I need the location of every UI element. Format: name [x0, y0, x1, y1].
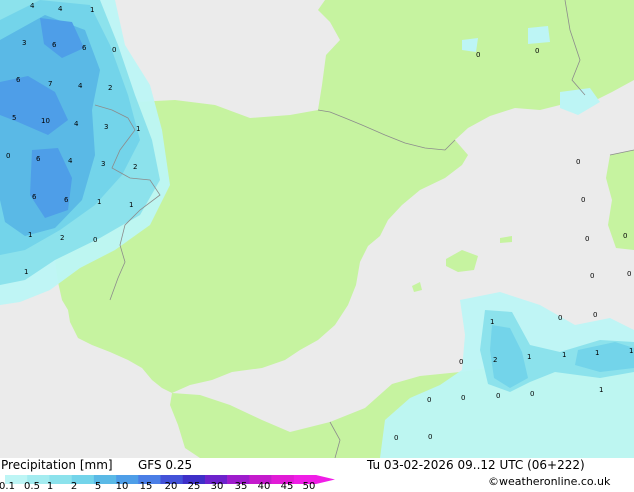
legend-tick: 30 — [210, 481, 224, 492]
precip-zone-france-a — [462, 38, 478, 52]
map-label: 3 — [104, 123, 108, 131]
map-label: 2 — [133, 163, 137, 171]
map-label: 6 — [32, 193, 37, 201]
credit-label: ©weatheronline.co.uk — [488, 475, 611, 488]
legend-tick: 50 — [302, 481, 316, 492]
legend-tick: 15 — [139, 481, 153, 492]
legend-tick: 35 — [234, 481, 248, 492]
map-label: 2 — [493, 356, 497, 364]
map-label: 0 — [576, 158, 580, 166]
legend-tick: 10 — [115, 481, 129, 492]
map-label: 0 — [535, 47, 539, 55]
map-label: 1 — [24, 268, 28, 276]
map-label: 1 — [136, 125, 140, 133]
map-label: 0 — [558, 314, 562, 322]
map-label: 0 — [428, 433, 432, 441]
map-label: 3 — [101, 160, 105, 168]
map-label: 4 — [58, 5, 63, 13]
map-label: 0 — [530, 390, 534, 398]
map-label: 0 — [461, 394, 465, 402]
map-label: 1 — [90, 6, 94, 14]
legend-tick: 1 — [46, 481, 54, 492]
map-label: 2 — [60, 234, 64, 242]
model-label: GFS 0.25 — [138, 458, 193, 472]
legend-tick: 40 — [257, 481, 271, 492]
map-label: 0 — [93, 236, 97, 244]
map-label: 6 — [82, 44, 87, 52]
legend-tick: 5 — [94, 481, 102, 492]
map-label: 1 — [527, 353, 531, 361]
map-label: 7 — [48, 80, 52, 88]
legend-tick: 0.1 — [0, 481, 15, 492]
footer: 0.1 0.5 1 2 5 10 15 20 25 30 35 40 45 50 Precipitatio… — [0, 458, 634, 492]
map-label: 0 — [112, 46, 116, 54]
map-label: 6 — [52, 41, 57, 49]
map-label: 1 — [629, 347, 633, 355]
valid-time: Tu 03-02-2026 09..12 UTC (06+222) — [367, 458, 585, 472]
precipitation-map: 4 4 1 3 6 6 0 6 7 4 2 5 10 4 3 1 0 6 4 3… — [0, 0, 634, 458]
map-label: 1 — [595, 349, 599, 357]
map-label: 6 — [16, 76, 21, 84]
legend-tick: 45 — [280, 481, 294, 492]
map-label: 1 — [97, 198, 101, 206]
map-label: 0 — [459, 358, 463, 366]
map-label: 0 — [6, 152, 10, 160]
legend-tick: 0.5 — [24, 481, 40, 492]
map-label: 4 — [68, 157, 73, 165]
map-label: 6 — [64, 196, 69, 204]
legend-arrow — [316, 475, 335, 484]
map-label: 0 — [585, 235, 589, 243]
legend-tick: 20 — [164, 481, 178, 492]
map-label: 0 — [627, 270, 631, 278]
map-label: 1 — [129, 201, 133, 209]
map-label: 4 — [74, 120, 79, 128]
map-label: 0 — [394, 434, 398, 442]
product-label: Precipitation [mm] — [1, 458, 113, 472]
legend-tick: 25 — [187, 481, 201, 492]
legend-tick: 2 — [70, 481, 78, 492]
map-label: 0 — [427, 396, 431, 404]
map-label: 4 — [78, 82, 83, 90]
map-label: 2 — [108, 84, 112, 92]
map-label: 5 — [12, 114, 16, 122]
map-label: 1 — [490, 318, 494, 326]
map-label: 0 — [476, 51, 480, 59]
map-label: 0 — [581, 196, 585, 204]
map-label: 0 — [590, 272, 594, 280]
map-label: 1 — [28, 231, 32, 239]
map-label: 0 — [623, 232, 627, 240]
map-label: 3 — [22, 39, 26, 47]
map-label: 0 — [593, 311, 597, 319]
precip-zone-france-b — [528, 26, 550, 44]
map-label: 4 — [30, 2, 35, 10]
map-label: 1 — [562, 351, 566, 359]
map-label: 10 — [41, 117, 50, 125]
map-label: 1 — [599, 386, 603, 394]
map-label: 6 — [36, 155, 41, 163]
map-label: 0 — [496, 392, 500, 400]
